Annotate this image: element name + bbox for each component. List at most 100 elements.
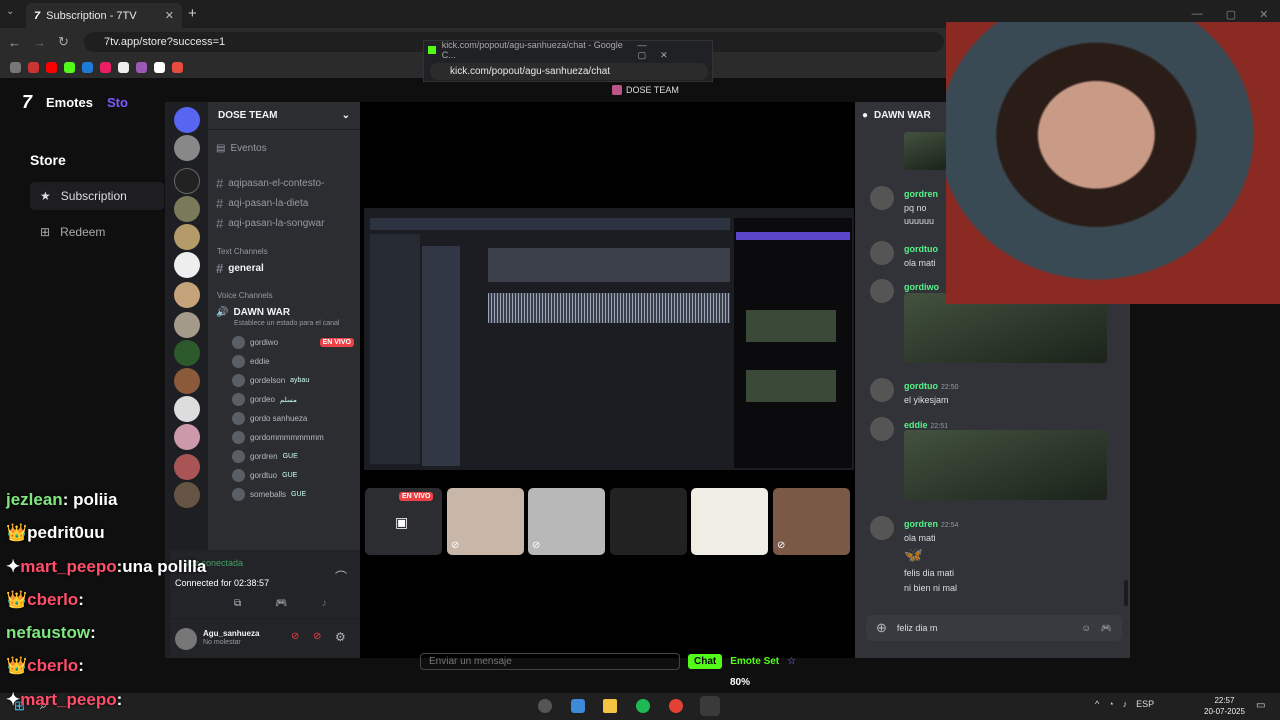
- bookmark-icon[interactable]: [172, 61, 183, 73]
- voice-status[interactable]: Establece un estado para el canal: [234, 320, 339, 327]
- voice-user[interactable]: someballs GUE: [232, 486, 354, 503]
- voice-channel-item[interactable]: 🔊 DAWN WAR: [216, 303, 356, 321]
- server-icon[interactable]: [174, 224, 200, 250]
- participant-tile[interactable]: [610, 488, 687, 555]
- bookmark-icon[interactable]: [82, 61, 93, 73]
- kick-icon[interactable]: [64, 61, 75, 73]
- emoji-icon[interactable]: ☺: [1082, 623, 1091, 633]
- chrome-icon[interactable]: [669, 699, 683, 713]
- message-input[interactable]: ⊕ feliz dia m ☺ 🎮: [866, 615, 1122, 641]
- chevron-up-icon[interactable]: ^: [1095, 699, 1099, 709]
- gear-icon[interactable]: ⚙: [335, 630, 346, 644]
- window-controls[interactable]: —▢✕: [638, 40, 712, 61]
- message-author[interactable]: gordren: [904, 519, 938, 529]
- bookmark-icon[interactable]: [100, 61, 111, 73]
- message-author[interactable]: eddie: [904, 420, 928, 430]
- youtube-icon[interactable]: [46, 61, 57, 73]
- soundboard-icon[interactable]: ♪: [322, 598, 327, 609]
- avatar[interactable]: [870, 516, 894, 540]
- sidebar-item-subscription[interactable]: ★ Subscription: [30, 182, 164, 210]
- close-window-icon[interactable]: ✕: [1259, 8, 1268, 21]
- activity-icon[interactable]: 🎮: [1101, 623, 1112, 634]
- bookmark-icon[interactable]: [28, 61, 39, 73]
- avatar[interactable]: [870, 378, 894, 402]
- kick-url-field[interactable]: kick.com/popout/agu-sanhueza/chat: [430, 63, 708, 80]
- voice-user[interactable]: gordelson aybau: [232, 372, 354, 389]
- chat-gif[interactable]: [904, 132, 946, 170]
- bookmark-icon[interactable]: [118, 61, 129, 73]
- apps-icon[interactable]: [10, 61, 21, 73]
- server-header[interactable]: DOSE TEAM ⌄: [208, 102, 360, 130]
- seventv-bookmark-icon[interactable]: [154, 61, 165, 73]
- avatar[interactable]: [870, 417, 894, 441]
- nav-store[interactable]: Sto: [107, 95, 128, 110]
- server-icon[interactable]: [174, 396, 200, 422]
- channel-item[interactable]: # aqipasan-el-contesto-: [216, 174, 356, 192]
- emote-set-button[interactable]: Emote Set: [730, 656, 779, 667]
- voice-user[interactable]: gordiwo EN VIVO: [232, 334, 354, 351]
- clock[interactable]: 22:57 20-07-2025: [1204, 695, 1245, 717]
- server-icon[interactable]: [174, 312, 200, 338]
- server-icon[interactable]: [174, 135, 200, 161]
- voice-user[interactable]: gordommmmmmmm: [232, 429, 354, 446]
- server-icon[interactable]: [174, 196, 200, 222]
- screen-share-icon[interactable]: ⧉: [234, 598, 241, 609]
- tab-search-icon[interactable]: ⌄: [6, 6, 14, 17]
- events-item[interactable]: ▤ Eventos: [216, 139, 356, 157]
- folder-icon[interactable]: [603, 699, 617, 713]
- maximize-icon[interactable]: ▢: [1226, 8, 1236, 21]
- participant-tile[interactable]: ⊘: [773, 488, 850, 555]
- avatar[interactable]: [175, 628, 197, 650]
- server-icon[interactable]: [174, 252, 200, 278]
- voice-user[interactable]: gordtuo GUE: [232, 467, 354, 484]
- channel-item-general[interactable]: # general: [216, 259, 356, 277]
- chat-scrollbar[interactable]: [1124, 580, 1128, 606]
- participant-tile[interactable]: ⊘: [528, 488, 605, 555]
- nav-emotes[interactable]: Emotes: [46, 95, 93, 110]
- message-author[interactable]: gordren: [904, 189, 938, 199]
- lang-indicator[interactable]: ESP: [1136, 699, 1154, 709]
- category-text-channels[interactable]: Text Channels: [217, 247, 268, 256]
- deafen-icon[interactable]: ⊘: [313, 631, 321, 642]
- server-icon[interactable]: [174, 282, 200, 308]
- kick-chat-input[interactable]: Enviar un mensaje: [420, 652, 680, 670]
- kick-chat-button[interactable]: Chat: [688, 653, 723, 669]
- message-author[interactable]: gordtuo: [904, 244, 938, 254]
- stream-tile-live[interactable]: EN VIVO ▣: [365, 488, 442, 555]
- voice-user[interactable]: gordren GUE: [232, 448, 354, 465]
- discord-home-icon[interactable]: [174, 107, 200, 133]
- message-author[interactable]: gordiwo: [904, 282, 939, 292]
- volume-icon[interactable]: ♪: [1123, 699, 1128, 709]
- obs-icon[interactable]: [538, 699, 552, 713]
- server-icon[interactable]: [174, 368, 200, 394]
- star-icon[interactable]: ☆: [787, 656, 796, 667]
- discord-taskbar-icon[interactable]: [700, 696, 720, 716]
- sidebar-item-redeem[interactable]: ⊞ Redeem: [30, 218, 164, 246]
- bookmark-icon[interactable]: [136, 61, 147, 73]
- avatar[interactable]: [870, 279, 894, 303]
- forward-icon[interactable]: →: [33, 35, 46, 50]
- category-voice-channels[interactable]: Voice Channels: [217, 291, 273, 300]
- channel-item[interactable]: # aqi-pasan-la-songwar: [216, 214, 356, 232]
- activity-icon[interactable]: 🎮: [275, 598, 287, 609]
- server-icon[interactable]: [174, 454, 200, 480]
- seventv-logo[interactable]: 7: [22, 92, 32, 113]
- new-tab-button[interactable]: +: [188, 5, 197, 22]
- channel-item[interactable]: # aqi-pasan-la-dieta: [216, 194, 356, 212]
- voice-user[interactable]: eddie: [232, 353, 354, 370]
- server-icon[interactable]: [174, 340, 200, 366]
- reload-icon[interactable]: ↻: [58, 34, 69, 50]
- participant-tile[interactable]: ⊘: [447, 488, 524, 555]
- message-author[interactable]: gordtuo: [904, 381, 938, 391]
- spotify-icon[interactable]: [636, 699, 650, 713]
- chat-gif[interactable]: [904, 430, 1107, 500]
- server-icon[interactable]: [174, 482, 200, 508]
- screen-share-view[interactable]: [364, 208, 854, 470]
- browser-tab[interactable]: 7 Subscription - 7TV ✕: [26, 3, 182, 28]
- close-icon[interactable]: ✕: [165, 9, 174, 22]
- notifications-icon[interactable]: ▭: [1256, 700, 1265, 711]
- network-icon[interactable]: ◔: [1108, 699, 1113, 709]
- voice-user[interactable]: gordeo مسلم: [232, 391, 354, 408]
- add-icon[interactable]: ⊕: [876, 620, 887, 636]
- back-icon[interactable]: ←: [8, 35, 21, 50]
